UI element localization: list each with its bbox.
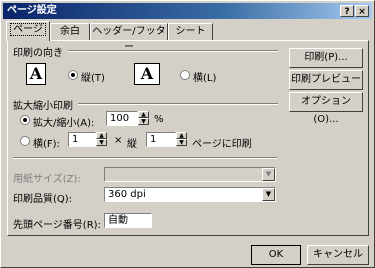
tab-header-footer[interactable]: ヘッダー/フッター bbox=[90, 23, 168, 53]
scaling-divider bbox=[78, 103, 278, 105]
portrait-label[interactable]: 縦(T) bbox=[81, 69, 105, 84]
first-page-input[interactable]: 自動 bbox=[104, 213, 152, 228]
portrait-icon: A bbox=[26, 63, 46, 85]
window-title: ページ設定 bbox=[7, 5, 57, 16]
paper-size-dropdown-icon[interactable]: ▼ bbox=[262, 168, 275, 181]
paper-size-select[interactable] bbox=[104, 167, 276, 182]
ok-button[interactable]: OK bbox=[251, 245, 301, 265]
tab-page-label: ページ bbox=[10, 23, 46, 36]
landscape-label[interactable]: 横(L) bbox=[193, 69, 216, 84]
zoom-input[interactable]: 100 bbox=[106, 111, 138, 126]
paper-size-label: 用紙サイズ(Z): bbox=[13, 174, 81, 185]
zoom-label[interactable]: 拡大/縮小(A): bbox=[33, 114, 94, 129]
tab-page[interactable]: ページ bbox=[6, 21, 50, 41]
tab-margins[interactable]: 余白 bbox=[50, 23, 90, 40]
fit-wide-spinner[interactable]: ▲ ▼ bbox=[96, 132, 107, 147]
first-page-label: 先頭ページ番号(R): bbox=[13, 220, 101, 231]
tab-sheet[interactable]: シート bbox=[168, 23, 213, 40]
print-quality-label: 印刷品質(Q): bbox=[13, 194, 73, 205]
spin-down-icon[interactable]: ▼ bbox=[138, 118, 149, 125]
percent-label: % bbox=[154, 114, 164, 125]
page-setup-dialog: ページ設定 ? × ページ 余白 ヘッダー/フッター シート 印刷の向き A 縦… bbox=[0, 0, 375, 268]
print-quality-select[interactable]: 360 dpi bbox=[104, 187, 276, 202]
page-tab-panel: 印刷の向き A 縦(T) A 横(L) 拡大縮小印刷 拡大/縮小(A): 100… bbox=[7, 40, 369, 236]
help-button[interactable]: ? bbox=[340, 5, 354, 17]
section-divider bbox=[13, 157, 277, 159]
fit-pages-label: ページに印刷 bbox=[192, 139, 252, 150]
fit-tall-spinner[interactable]: ▲ ▼ bbox=[176, 132, 187, 147]
fit-to-radio[interactable] bbox=[20, 136, 30, 146]
orientation-divider bbox=[68, 50, 278, 52]
orientation-group-label: 印刷の向き bbox=[13, 48, 63, 59]
zoom-radio[interactable] bbox=[20, 115, 30, 125]
landscape-icon: A bbox=[134, 63, 160, 85]
print-preview-button[interactable]: 印刷プレビュー(W) bbox=[289, 70, 363, 103]
spin-up-icon[interactable]: ▲ bbox=[96, 132, 107, 139]
spin-down-icon[interactable]: ▼ bbox=[96, 139, 107, 146]
fit-tall-input[interactable]: 1 bbox=[146, 132, 176, 147]
close-button[interactable]: × bbox=[355, 5, 369, 17]
spin-up-icon[interactable]: ▲ bbox=[176, 132, 187, 139]
print-button[interactable]: 印刷(P)... bbox=[289, 48, 363, 68]
zoom-spinner[interactable]: ▲ ▼ bbox=[138, 111, 149, 126]
print-quality-dropdown-icon[interactable]: ▼ bbox=[262, 188, 275, 201]
times-label: × bbox=[114, 135, 123, 146]
scaling-group-label: 拡大縮小印刷 bbox=[13, 101, 73, 112]
spin-up-icon[interactable]: ▲ bbox=[138, 111, 149, 118]
spin-down-icon[interactable]: ▼ bbox=[176, 139, 187, 146]
title-bar: ページ設定 ? × bbox=[3, 3, 372, 19]
fit-tall-label: 縦 bbox=[127, 139, 137, 150]
portrait-radio[interactable] bbox=[68, 70, 78, 80]
fit-wide-label[interactable]: 横(F): bbox=[33, 135, 60, 150]
cancel-button[interactable]: キャンセル bbox=[307, 245, 369, 265]
fit-wide-input[interactable]: 1 bbox=[68, 132, 96, 147]
landscape-radio[interactable] bbox=[180, 70, 190, 80]
options-button[interactable]: オプション(O)... bbox=[289, 92, 363, 125]
